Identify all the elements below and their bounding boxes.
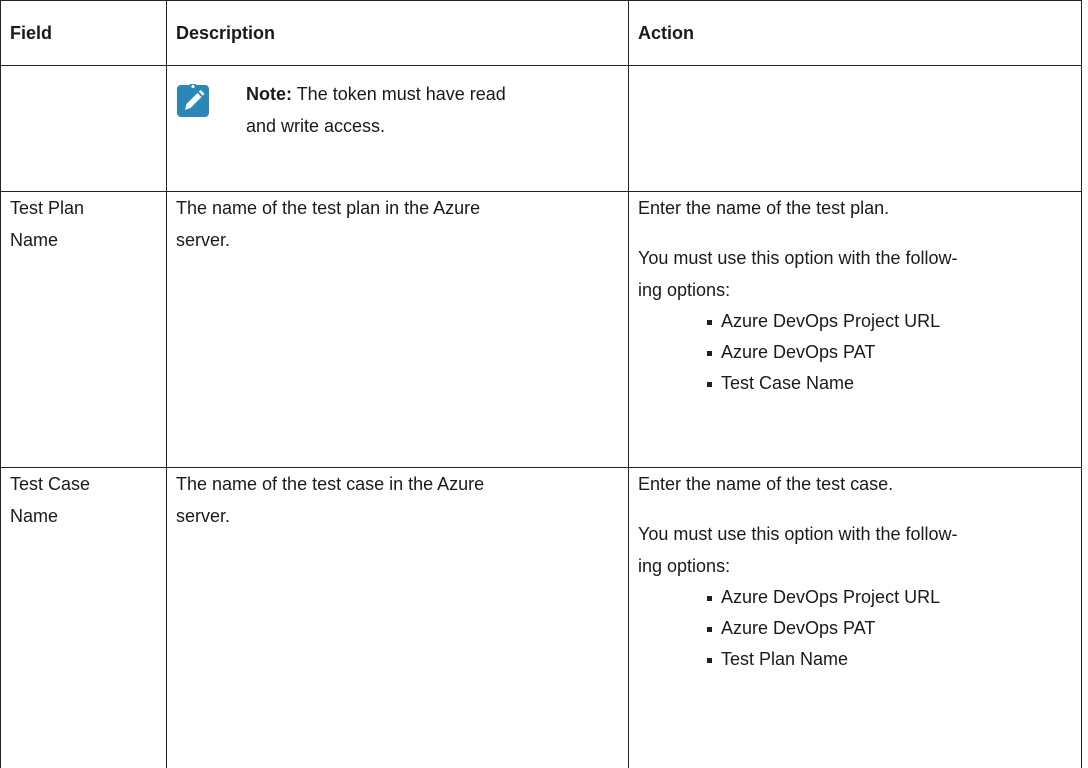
required-options-list: Azure DevOps Project URL Azure DevOps PA… (638, 582, 1072, 675)
options-table: Field Description Action Note: The token… (0, 0, 1082, 768)
action-requirement: You must use this option with the follow… (638, 518, 1072, 582)
note-cell: Note: The token must have read and write… (167, 66, 629, 192)
action-instruction: Enter the name of the test plan. (638, 192, 1072, 224)
action-requirement: You must use this option with the follow… (638, 242, 1072, 306)
action-requirement-line2: ing options: (638, 274, 1072, 306)
list-item: Azure DevOps Project URL (707, 582, 1072, 613)
field-name-line2: Name (10, 500, 157, 532)
header-field: Field (1, 1, 167, 66)
action-cell: Enter the name of the test case. You mus… (629, 468, 1082, 768)
list-item: Azure DevOps PAT (707, 613, 1072, 644)
action-requirement-line1: You must use this option with the follow… (638, 242, 1072, 274)
description-line2: server. (176, 500, 619, 532)
action-requirement-line2: ing options: (638, 550, 1072, 582)
description-cell: The name of the test case in the Azure s… (167, 468, 629, 768)
description-line1: The name of the test case in the Azure (176, 468, 619, 500)
field-name-line2: Name (10, 224, 157, 256)
action-cell-empty (629, 66, 1082, 192)
pencil-note-icon (176, 84, 210, 118)
description-cell: The name of the test plan in the Azure s… (167, 192, 629, 468)
field-cell: Test Plan Name (1, 192, 167, 468)
table-row-note: Note: The token must have read and write… (1, 66, 1082, 192)
action-requirement-line1: You must use this option with the follow… (638, 518, 1072, 550)
table-header-row: Field Description Action (1, 1, 1082, 66)
note-label: Note: (246, 84, 292, 104)
field-cell: Test Case Name (1, 468, 167, 768)
field-name-line1: Test Case (10, 468, 157, 500)
field-name-line1: Test Plan (10, 192, 157, 224)
description-line2: server. (176, 224, 619, 256)
table-row: Test Plan Name The name of the test plan… (1, 192, 1082, 468)
action-instruction: Enter the name of the test case. (638, 468, 1072, 500)
description-line1: The name of the test plan in the Azure (176, 192, 619, 224)
header-description: Description (167, 1, 629, 66)
action-cell: Enter the name of the test plan. You mus… (629, 192, 1082, 468)
required-options-list: Azure DevOps Project URL Azure DevOps PA… (638, 306, 1072, 399)
table-row: Test Case Name The name of the test case… (1, 468, 1082, 768)
field-cell-empty (1, 66, 167, 192)
list-item: Azure DevOps Project URL (707, 306, 1072, 337)
note-text-line1: The token must have read (297, 84, 506, 104)
list-item: Azure DevOps PAT (707, 337, 1072, 368)
header-action: Action (629, 1, 1082, 66)
document-page: Field Description Action Note: The token… (0, 0, 1088, 754)
list-item: Test Plan Name (707, 644, 1072, 675)
note: Note: The token must have read and write… (176, 78, 619, 142)
note-text-line2: and write access. (246, 110, 619, 142)
list-item: Test Case Name (707, 368, 1072, 399)
